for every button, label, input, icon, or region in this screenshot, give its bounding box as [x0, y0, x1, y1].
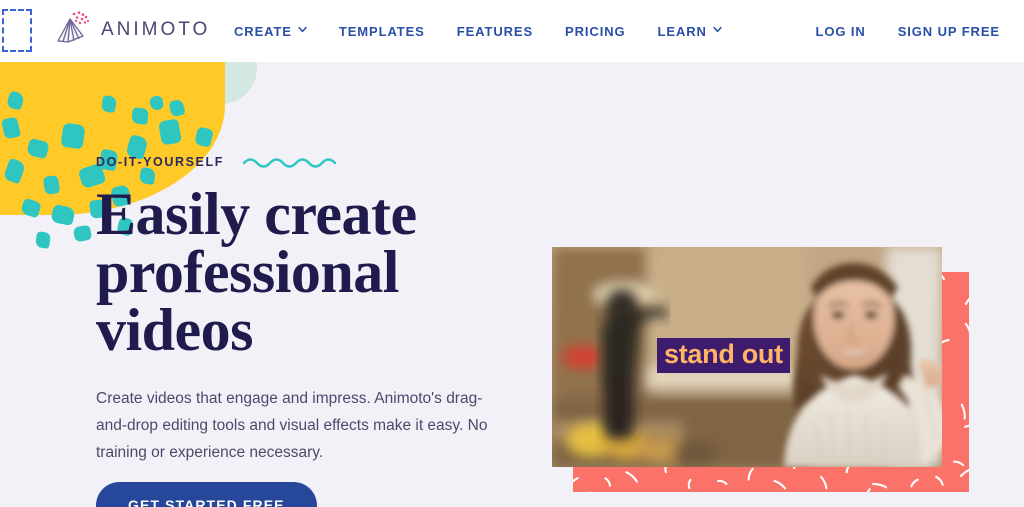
nav-account-actions: LOG IN SIGN UP FREE: [816, 0, 1001, 62]
nav-action-log-in[interactable]: LOG IN: [816, 24, 866, 39]
hero-eyebrow: DO-IT-YOURSELF: [96, 155, 224, 169]
get-started-free-button[interactable]: GET STARTED FREE: [96, 482, 317, 507]
hero-text-column: DO-IT-YOURSELF Easily create professiona…: [96, 155, 516, 466]
chevron-down-icon: [713, 24, 722, 39]
confetti-dash: [34, 231, 52, 249]
confetti-dash: [60, 122, 86, 150]
hero-eyebrow-row: DO-IT-YOURSELF: [96, 155, 516, 169]
confetti-dash: [131, 107, 149, 125]
nav-link-templates[interactable]: TEMPLATES: [339, 24, 425, 39]
page-root: ANIMOTO CREATE TEMPLATES FEATURES PRICING LE…: [0, 0, 1024, 507]
nav-link-learn[interactable]: LEARN: [658, 24, 722, 39]
nav-action-label: LOG IN: [815, 23, 866, 39]
animoto-fan-logo-icon: [52, 10, 92, 50]
top-navigation-bar: ANIMOTO CREATE TEMPLATES FEATURES PRICING LE…: [0, 0, 1024, 62]
nav-link-label: CREATE: [234, 23, 292, 39]
chevron-down-icon: [298, 24, 307, 39]
hero-headline: Easily create professional videos: [96, 181, 417, 363]
nav-link-label: FEATURES: [456, 23, 534, 39]
skip-link-focus-outline[interactable]: [2, 9, 32, 52]
nav-link-create[interactable]: CREATE: [234, 24, 307, 39]
nav-action-sign-up-free[interactable]: SIGN UP FREE: [898, 24, 1000, 39]
brand-wordmark: ANIMOTO: [101, 19, 211, 40]
primary-nav-links: CREATE TEMPLATES FEATURES PRICING LEARN: [234, 0, 722, 62]
confetti-dash: [42, 175, 61, 195]
nav-link-label: TEMPLATES: [338, 23, 425, 39]
confetti-dash: [72, 224, 93, 243]
brand-logo[interactable]: ANIMOTO: [52, 10, 210, 50]
nav-link-pricing[interactable]: PRICING: [565, 24, 625, 39]
hero-video-thumbnail[interactable]: stand out: [552, 247, 942, 467]
nav-link-label: LEARN: [657, 23, 707, 39]
squiggle-icon: [242, 158, 337, 168]
nav-action-label: SIGN UP FREE: [897, 23, 1000, 39]
video-caption-overlay: stand out: [657, 338, 790, 373]
nav-link-features[interactable]: FEATURES: [457, 24, 533, 39]
nav-link-label: PRICING: [565, 23, 626, 39]
hero-subcopy: Create videos that engage and impress. A…: [96, 390, 488, 461]
confetti-dash: [158, 118, 182, 146]
